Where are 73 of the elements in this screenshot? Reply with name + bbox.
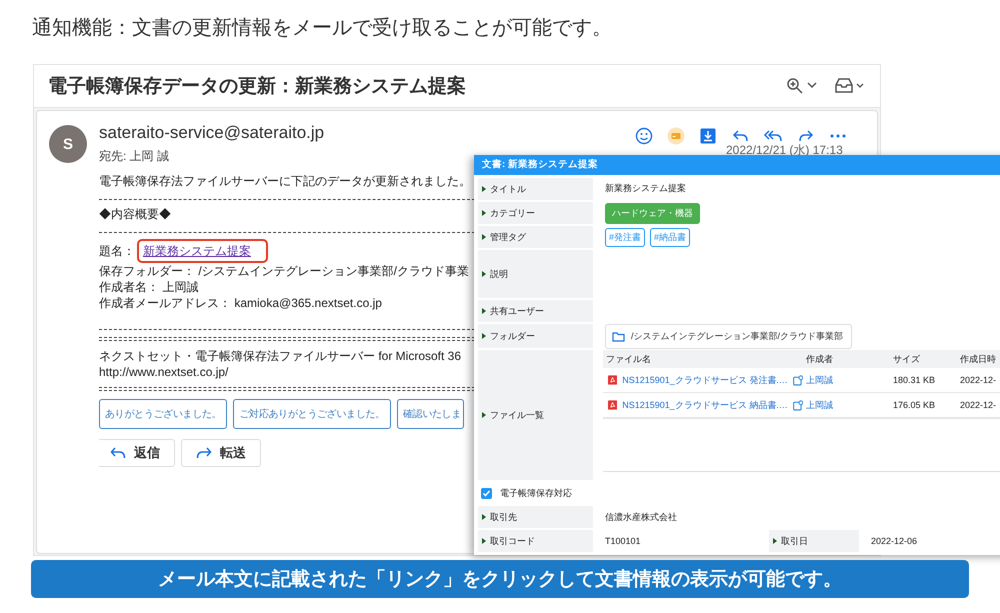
forward-button[interactable]: 転送 xyxy=(181,439,261,467)
document-title: 文書: 新業務システム提案 xyxy=(474,155,1000,175)
table-cell-text: 176.05 KB xyxy=(892,400,936,410)
field-value: 2022-12-06 xyxy=(871,536,918,546)
folder-icon xyxy=(612,332,625,342)
column-header: サイズ xyxy=(892,352,921,366)
author-link[interactable]: 上岡誠 xyxy=(803,374,890,386)
file-link[interactable]: NS1215901_クラウドサービス 発注書.… xyxy=(622,374,788,386)
smiley-icon[interactable] xyxy=(635,127,653,145)
recipient-text: 宛先: 上岡 誠 xyxy=(99,148,170,165)
table-cell-text: 2022-12- xyxy=(959,400,998,410)
file-link[interactable]: NS1215901_クラウドサービス 納品書.… xyxy=(622,398,788,412)
column-header: 作成日時 xyxy=(959,352,997,366)
summary-heading: ◆内容概要◆ xyxy=(99,206,172,222)
triangle-icon xyxy=(482,308,486,314)
email-intro: 電子帳簿保存法ファイルサーバーに下記のデータが更新されました。 xyxy=(99,173,472,189)
field-label-text: タイトル xyxy=(490,182,526,196)
email-line: 保存フォルダー： /システムインテグレーション事業部/クラウド事業 xyxy=(99,263,470,279)
inbox-icon[interactable] xyxy=(834,77,866,95)
field-label-text: ファイル一覧 xyxy=(490,408,544,422)
field-label-text: 取引先 xyxy=(490,510,517,524)
field-label-text: フォルダー xyxy=(490,330,535,342)
triangle-icon xyxy=(482,333,486,339)
triangle-icon xyxy=(482,271,486,277)
field-label-text: 取引コード xyxy=(490,534,535,548)
triangle-icon xyxy=(482,186,486,192)
checkbox-label: 電子帳簿保存対応 xyxy=(500,486,572,500)
email-footer-line: http://www.nextset.co.jp/ xyxy=(99,364,230,380)
table-cell-text: 2022-12- xyxy=(959,375,998,385)
email-line: 作成者名： 上岡誠 xyxy=(99,279,200,295)
field-label-text: 取引日 xyxy=(781,534,808,548)
sender-address: sateraito-service@sateraito.jp xyxy=(99,123,324,143)
checkbox[interactable] xyxy=(481,488,492,498)
author-link[interactable]: 上岡誠 xyxy=(803,398,890,412)
quick-reply-button[interactable]: 確認いたしま xyxy=(396,399,464,429)
triangle-icon xyxy=(482,210,486,216)
field-value: 信濃水産株式会社 xyxy=(605,510,677,524)
column-header: 作成者 xyxy=(805,352,834,366)
triangle-icon xyxy=(482,514,486,520)
table-cell-text: 180.31 KB xyxy=(892,375,936,385)
email-subject: 電子帳簿保存データの更新：新業務システム提案 xyxy=(48,74,466,99)
category-tag: ハードウェア・機器 xyxy=(605,202,700,224)
share-icon[interactable] xyxy=(792,400,803,410)
tag-chip[interactable]: #発注書 xyxy=(605,228,646,247)
folder-path[interactable]: /システムインテグレーション事業部/クラウド事業部 xyxy=(605,324,852,349)
tag-chip[interactable]: #納品書 xyxy=(650,228,690,247)
caption-banner: メール本文に記載された「リンク」をクリックして文書情報の表示が可能です。 xyxy=(31,560,969,598)
pdf-icon xyxy=(608,375,618,385)
field-label-text: 管理タグ xyxy=(490,230,526,244)
forward-icon xyxy=(196,446,212,460)
field-value: 新業務システム提案 xyxy=(605,182,686,195)
email-footer-line: ネクストセット・電子帳簿保存法ファイルサーバー for Microsoft 36 xyxy=(99,348,462,364)
quick-reply-button[interactable]: ありがとうございました。 xyxy=(99,399,228,429)
reply-button[interactable]: 返信 xyxy=(99,439,175,467)
field-label-text: 説明 xyxy=(490,268,508,280)
field-value: T100101 xyxy=(605,536,641,546)
field-label-text: カテゴリー xyxy=(490,206,535,220)
triangle-icon xyxy=(482,412,486,418)
triangle-icon xyxy=(482,538,486,544)
triangle-icon xyxy=(773,538,777,544)
share-icon[interactable] xyxy=(792,374,803,386)
column-header: ファイル名 xyxy=(605,352,652,366)
field-label-text: 共有ユーザー xyxy=(490,304,544,318)
quick-reply-button[interactable]: ご対応ありがとうございました。 xyxy=(233,399,391,429)
page-heading: 通知機能：文書の更新情報をメールで受け取ることが可能です。 xyxy=(32,16,612,41)
pdf-icon xyxy=(608,400,618,410)
reply-icon xyxy=(110,446,126,460)
title-label: 題名： xyxy=(99,243,135,259)
triangle-icon xyxy=(482,234,486,240)
document-link[interactable]: 新業務システム提案 xyxy=(137,239,268,263)
download-icon[interactable] xyxy=(699,127,717,145)
sender-avatar: S xyxy=(49,125,87,163)
email-line: 作成者メールアドレス： kamioka@365.nextset.co.jp xyxy=(99,295,383,311)
